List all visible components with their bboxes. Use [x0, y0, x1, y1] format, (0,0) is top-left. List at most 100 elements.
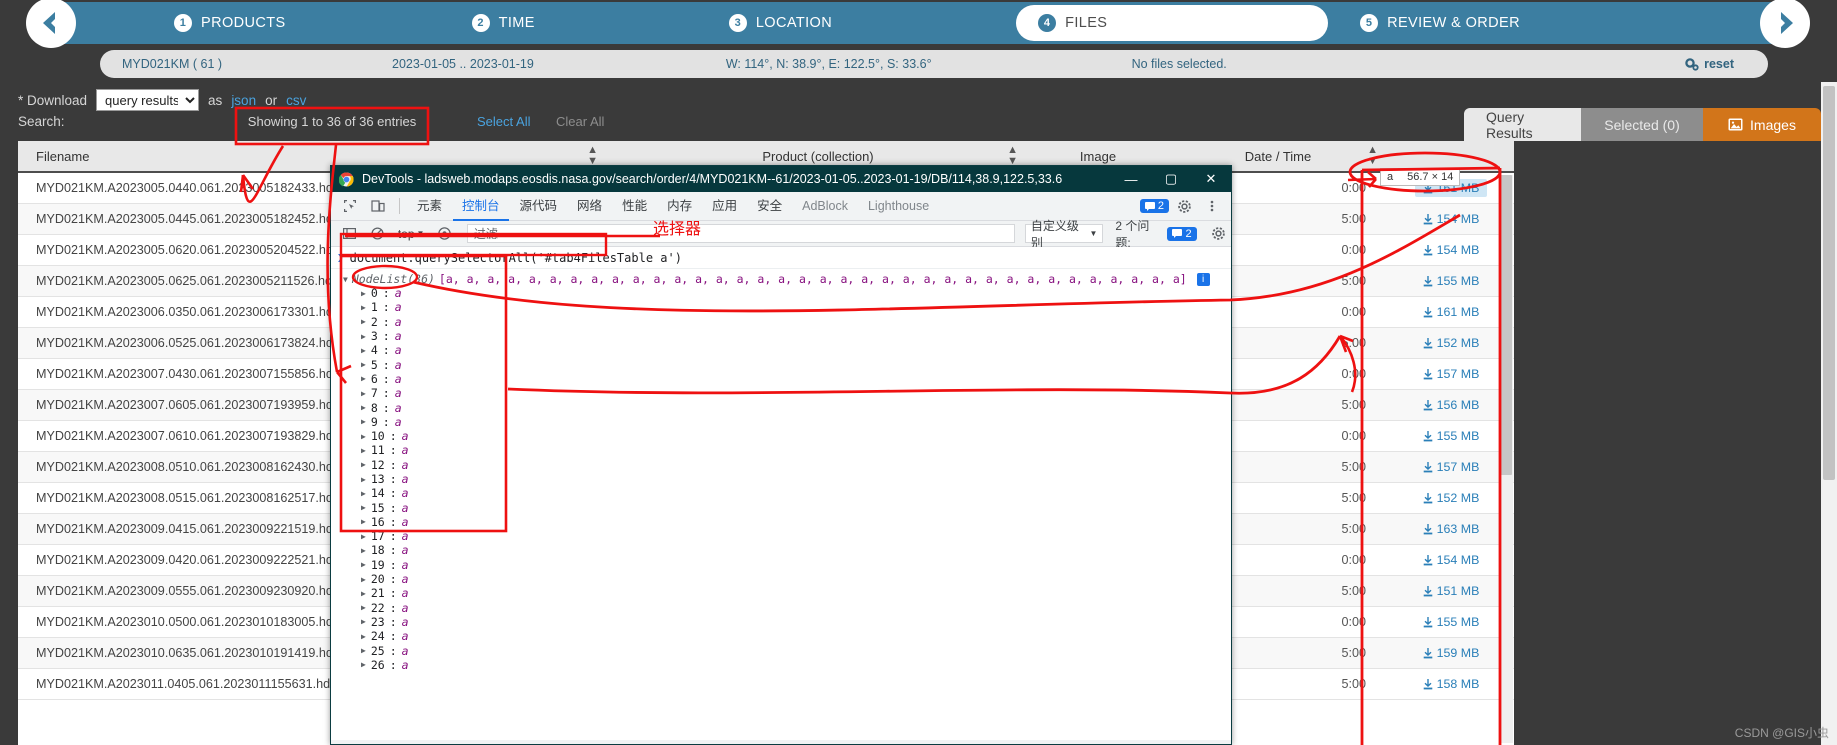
- device-toolbar-icon[interactable]: [365, 193, 391, 219]
- download-file-link[interactable]: 151 MB: [1423, 584, 1479, 598]
- expand-triangle-icon[interactable]: ▶: [361, 517, 366, 526]
- sort-updown-icon[interactable]: ▲ ▼: [1007, 145, 1018, 167]
- expand-triangle-icon[interactable]: ▶: [361, 432, 366, 441]
- download-file-link[interactable]: 154 MB: [1423, 212, 1479, 226]
- console-sidebar-icon[interactable]: [337, 221, 361, 247]
- nodelist-entry[interactable]: ▶ 22: a: [331, 601, 1231, 615]
- wizard-step-time[interactable]: 2 TIME: [450, 5, 557, 41]
- clear-all-link[interactable]: Clear All: [556, 114, 604, 129]
- gear-icon[interactable]: [1207, 221, 1231, 247]
- expand-triangle-icon[interactable]: ▶: [361, 660, 366, 669]
- expand-triangle-icon[interactable]: ▶: [361, 632, 366, 641]
- expand-triangle-icon[interactable]: ▶: [361, 403, 366, 412]
- wizard-step-review-order[interactable]: 5 REVIEW & ORDER: [1338, 5, 1542, 41]
- minimize-icon[interactable]: —: [1111, 166, 1151, 192]
- devtools-tab-network[interactable]: 网络: [568, 192, 611, 221]
- expand-triangle-icon[interactable]: ▶: [361, 503, 366, 512]
- nodelist-entry[interactable]: ▶ 23: a: [331, 615, 1231, 629]
- nodelist-entry[interactable]: ▶ 26: a: [331, 658, 1231, 672]
- wizard-step-location[interactable]: 3 LOCATION: [707, 5, 854, 41]
- devtools-tab-application[interactable]: 应用: [703, 192, 746, 221]
- expand-triangle-icon[interactable]: ▶: [361, 332, 366, 341]
- download-scope-select[interactable]: query results: [96, 89, 200, 111]
- download-file-link[interactable]: 157 MB: [1423, 367, 1479, 381]
- expand-triangle-icon[interactable]: ▶: [361, 532, 366, 541]
- page-scrollbar[interactable]: [1821, 82, 1837, 745]
- nodelist-entry[interactable]: ▶ 0: a: [331, 286, 1231, 300]
- download-file-link[interactable]: 155 MB: [1423, 429, 1479, 443]
- expand-triangle-icon[interactable]: ▶: [361, 303, 366, 312]
- download-file-link[interactable]: 159 MB: [1423, 646, 1479, 660]
- expand-triangle-icon[interactable]: ▶: [361, 575, 366, 584]
- table-scrollbar-thumb[interactable]: [1500, 175, 1512, 475]
- download-file-link[interactable]: 154 MB: [1423, 553, 1479, 567]
- expand-triangle-icon[interactable]: ▼: [343, 275, 348, 284]
- download-file-link[interactable]: 156 MB: [1423, 398, 1479, 412]
- download-file-link[interactable]: 163 MB: [1423, 522, 1479, 536]
- nodelist-entry[interactable]: ▶ 1: a: [331, 300, 1231, 314]
- console-context-selector[interactable]: top ▼: [394, 227, 429, 241]
- nodelist-entry[interactable]: ▶ 9: a: [331, 415, 1231, 429]
- maximize-icon[interactable]: ▢: [1151, 166, 1191, 192]
- download-file-link[interactable]: 154 MB: [1423, 243, 1479, 257]
- kebab-menu-icon[interactable]: [1199, 193, 1225, 219]
- nodelist-entry[interactable]: ▶ 24: a: [331, 629, 1231, 643]
- expand-triangle-icon[interactable]: ▶: [361, 603, 366, 612]
- nodelist-entry[interactable]: ▶ 5: a: [331, 357, 1231, 372]
- nodelist-entry[interactable]: ▶ 25: a: [331, 643, 1231, 658]
- console-command-line[interactable]: ❯ document.querySelectorAll('#tab4FilesT…: [331, 247, 1231, 269]
- nodelist-entry[interactable]: ▶ 3: a: [331, 329, 1231, 343]
- download-csv-link[interactable]: csv: [286, 93, 306, 108]
- nodelist-entry[interactable]: ▶ 13: a: [331, 472, 1231, 486]
- close-icon[interactable]: ✕: [1191, 166, 1231, 192]
- download-file-link[interactable]: 158 MB: [1423, 677, 1479, 691]
- expand-triangle-icon[interactable]: ▶: [361, 360, 366, 369]
- expand-triangle-icon[interactable]: ▶: [361, 617, 366, 626]
- expand-triangle-icon[interactable]: ▶: [361, 475, 366, 484]
- nodelist-entry[interactable]: ▶ 19: a: [331, 558, 1231, 572]
- select-all-link[interactable]: Select All: [477, 114, 530, 129]
- nodelist-entry[interactable]: ▶ 7: a: [331, 386, 1231, 400]
- expand-triangle-icon[interactable]: ▶: [361, 417, 366, 426]
- devtools-tab-elements[interactable]: 元素: [408, 192, 451, 221]
- devtools-tab-security[interactable]: 安全: [748, 192, 791, 221]
- expand-triangle-icon[interactable]: ▶: [361, 460, 366, 469]
- clear-console-icon[interactable]: [365, 221, 389, 247]
- devtools-tab-performance[interactable]: 性能: [613, 192, 656, 221]
- expand-triangle-icon[interactable]: ▶: [361, 489, 366, 498]
- download-file-link[interactable]: 152 MB: [1423, 336, 1479, 350]
- nodelist-entry[interactable]: ▶ 15: a: [331, 500, 1231, 515]
- issues-badge[interactable]: 2: [1139, 199, 1169, 213]
- expand-triangle-icon[interactable]: ▶: [361, 289, 366, 298]
- nodelist-entry[interactable]: ▶ 11: a: [331, 443, 1231, 457]
- nodelist-entry[interactable]: ▶ 10: a: [331, 429, 1231, 443]
- live-expression-icon[interactable]: [432, 221, 456, 247]
- table-scrollbar[interactable]: [1499, 175, 1513, 743]
- download-file-link[interactable]: 161 MB: [1423, 305, 1479, 319]
- wizard-next-button[interactable]: [1760, 0, 1810, 48]
- expand-triangle-icon[interactable]: ▶: [361, 346, 366, 355]
- download-file-link[interactable]: 157 MB: [1423, 460, 1479, 474]
- nodelist-entry[interactable]: ▶ 18: a: [331, 543, 1231, 557]
- devtools-tab-sources[interactable]: 源代码: [511, 192, 567, 221]
- download-json-link[interactable]: json: [231, 93, 256, 108]
- tab-images[interactable]: Images: [1703, 108, 1821, 141]
- expand-triangle-icon[interactable]: ▶: [361, 317, 366, 326]
- wizard-step-products[interactable]: 1 PRODUCTS: [152, 5, 308, 41]
- sort-updown-icon[interactable]: ▲ ▼: [1367, 145, 1378, 167]
- wizard-step-files[interactable]: 4 FILES: [1016, 5, 1329, 41]
- expand-triangle-icon[interactable]: ▶: [361, 446, 366, 455]
- devtools-tab-adblock[interactable]: AdBlock: [793, 192, 857, 221]
- nodelist-entry[interactable]: ▶ 8: a: [331, 400, 1231, 415]
- inspect-element-icon[interactable]: [337, 193, 363, 219]
- expand-triangle-icon[interactable]: ▶: [361, 646, 366, 655]
- info-icon[interactable]: i: [1196, 272, 1210, 286]
- nodelist-entry[interactable]: ▶ 17: a: [331, 529, 1231, 543]
- tab-query-results[interactable]: Query Results: [1464, 108, 1581, 141]
- expand-triangle-icon[interactable]: ▶: [361, 560, 366, 569]
- gear-icon[interactable]: [1171, 193, 1197, 219]
- download-file-link[interactable]: 155 MB: [1423, 615, 1479, 629]
- download-file-link[interactable]: 152 MB: [1423, 491, 1479, 505]
- nodelist-entry[interactable]: ▶ 21: a: [331, 586, 1231, 600]
- nodelist-entry[interactable]: ▶ 6: a: [331, 372, 1231, 386]
